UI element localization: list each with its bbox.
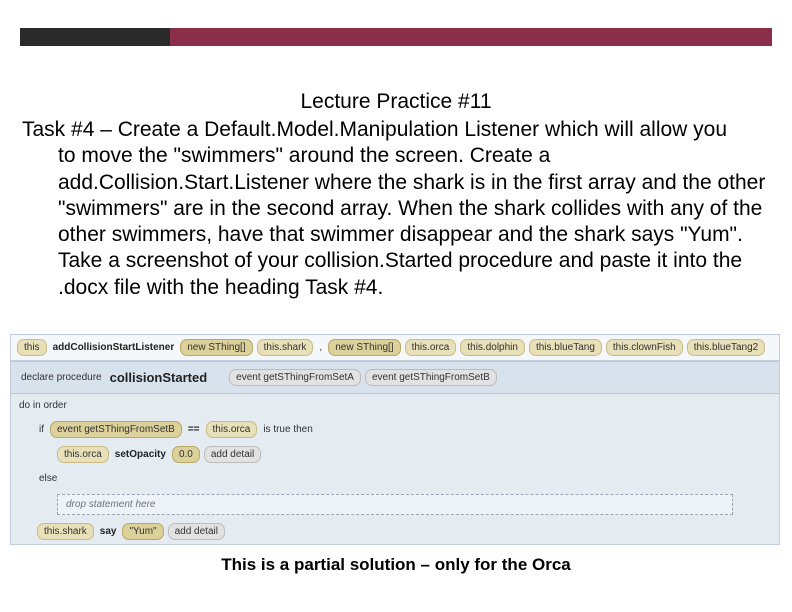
opacity-target: this.orca [57, 446, 109, 463]
procedure-header: declare procedure collisionStarted event… [11, 361, 779, 394]
header-bar-accent [170, 28, 772, 46]
opacity-detail: add detail [204, 446, 261, 463]
opacity-value: 0.0 [172, 446, 200, 463]
header-bar-dark [20, 28, 170, 46]
task-description: Task #4 – Create a Default.Model.Manipul… [22, 117, 772, 301]
method-name: addCollisionStartListener [51, 340, 177, 355]
array2-item-4: this.blueTang2 [687, 339, 766, 356]
array2-item-1: this.dolphin [460, 339, 525, 356]
do-in-order-label: do in order [17, 398, 69, 413]
comma: , [317, 340, 324, 355]
task-lead: Task #4 – Create a Default.Model.Manipul… [22, 118, 727, 141]
else-keyword: else [37, 471, 59, 486]
if-expr-left: event getSThingFromSetB [50, 421, 182, 438]
equals-op: == [186, 422, 202, 437]
procedure-name: collisionStarted [108, 368, 210, 387]
opacity-method: setOpacity [113, 447, 168, 462]
set-opacity-row: this.orca setOpacity 0.0 add detail [11, 442, 779, 467]
task-body: to move the "swimmers" around the screen… [22, 143, 772, 301]
array2-label: new SThing[] [328, 339, 400, 356]
say-row: this.shark say "Yum" add detail [11, 519, 779, 544]
add-listener-line: this addCollisionStartListener new SThin… [11, 335, 779, 361]
if-row: if event getSThingFromSetB == this.orca … [11, 417, 779, 442]
param-a: event getSThingFromSetA [229, 369, 361, 386]
array2-item-2: this.blueTang [529, 339, 602, 356]
if-keyword: if [37, 422, 46, 437]
drop-statement-placeholder: drop statement here [57, 494, 733, 515]
do-in-order: do in order [11, 394, 779, 417]
slide-header-bar [20, 28, 772, 46]
array1-label: new SThing[] [180, 339, 252, 356]
if-expr-right: this.orca [206, 421, 258, 438]
lecture-title: Lecture Practice #11 [0, 90, 792, 114]
alice-code-screenshot: this addCollisionStartListener new SThin… [10, 334, 780, 545]
say-value: "Yum" [122, 523, 163, 540]
say-target: this.shark [37, 523, 94, 540]
if-tail: is true then [261, 422, 314, 437]
declare-label: declare procedure [19, 370, 104, 385]
this-token: this [17, 339, 47, 356]
else-row: else [11, 467, 779, 490]
array2-item-3: this.clownFish [606, 339, 683, 356]
say-detail: add detail [168, 523, 225, 540]
say-method: say [98, 524, 119, 539]
array1-item: this.shark [257, 339, 314, 356]
array2-item-0: this.orca [405, 339, 457, 356]
caption: This is a partial solution – only for th… [0, 555, 792, 575]
param-b: event getSThingFromSetB [365, 369, 497, 386]
